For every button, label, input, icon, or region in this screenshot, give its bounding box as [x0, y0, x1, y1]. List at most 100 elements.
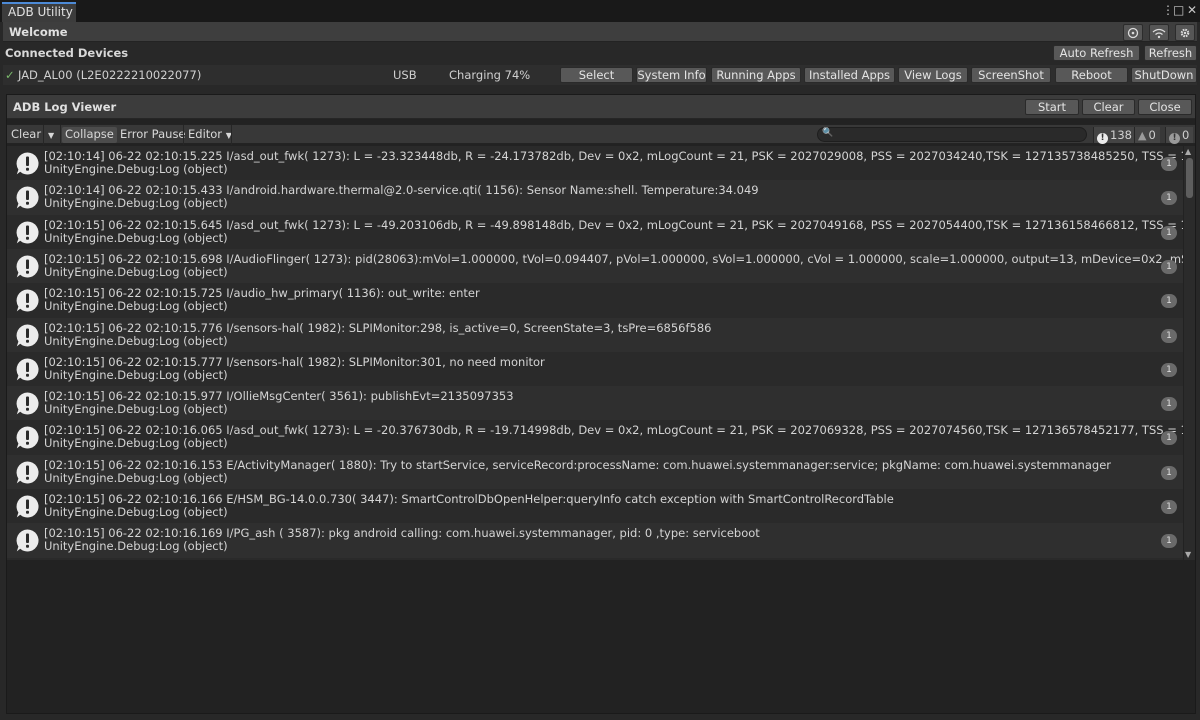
log-entry-text: [02:10:15] 06-22 02:10:15.977 I/OllieMsg…: [44, 389, 514, 404]
log-entry-source: UnityEngine.Debug:Log (object): [44, 333, 228, 348]
info-message-icon: [15, 288, 40, 313]
warning-count-toggle[interactable]: ▲ 0: [1134, 127, 1160, 143]
maximize-icon[interactable]: □: [1173, 3, 1184, 17]
clear-options-dropdown[interactable]: ▼: [45, 127, 57, 143]
info-message-icon: [15, 185, 40, 210]
log-entry-row[interactable]: [02:10:15] 06-22 02:10:15.698 I/AudioFli…: [7, 248, 1183, 284]
gear-icon: [1180, 28, 1190, 38]
info-message-icon: [15, 357, 40, 382]
log-search-input[interactable]: [832, 128, 1082, 141]
log-entry-row[interactable]: [02:10:15] 06-22 02:10:16.166 E/HSM_BG-1…: [7, 489, 1183, 523]
info-message-icon: [15, 391, 40, 416]
main-area: Welcome Connected Devices Auto Refresh R…: [0, 22, 1200, 720]
toolbar-divider: [60, 125, 61, 145]
log-entry-text: [02:10:14] 06-22 02:10:15.433 I/android.…: [44, 183, 759, 198]
log-entry-count: 1: [1161, 294, 1177, 309]
collapse-toggle[interactable]: Collapse: [62, 127, 117, 143]
view-logs-button[interactable]: View Logs: [898, 67, 968, 83]
info-message-icon: [15, 460, 40, 485]
dropdown-arrow-icon: ▼: [48, 131, 55, 140]
refresh-button[interactable]: Refresh: [1144, 45, 1197, 61]
warning-icon: ▲: [1138, 129, 1147, 142]
log-entry-source: UnityEngine.Debug:Log (object): [44, 264, 228, 279]
wifi-icon: [1152, 28, 1166, 39]
log-entry-source: UnityEngine.Debug:Log (object): [44, 299, 228, 314]
connected-check-icon: ✓: [5, 68, 15, 82]
info-icon: !: [1097, 133, 1108, 144]
log-entry-row[interactable]: [02:10:15] 06-22 02:10:15.725 I/audio_hw…: [7, 283, 1183, 317]
log-viewer-title: ADB Log Viewer: [13, 100, 117, 114]
log-entry-row[interactable]: [02:10:15] 06-22 02:10:15.977 I/OllieMsg…: [7, 386, 1183, 421]
log-entry-count: 1: [1161, 534, 1177, 549]
clear-toolbar-button[interactable]: Clear: [8, 127, 44, 143]
editor-dropdown[interactable]: Editor ▼: [185, 127, 235, 143]
toolbar-divider: [231, 125, 232, 145]
auto-refresh-button[interactable]: Auto Refresh: [1053, 45, 1140, 61]
error-count-toggle[interactable]: ! 0: [1165, 127, 1194, 144]
close-log-button[interactable]: Close: [1138, 99, 1192, 115]
log-entry-text: [02:10:15] 06-22 02:10:15.645 I/asd_out_…: [44, 217, 1183, 232]
scrollbar-thumb[interactable]: [1186, 158, 1193, 198]
select-button[interactable]: Select: [560, 67, 633, 83]
window-titlebar: ADB Utility ⋮ □ ✕: [0, 0, 1200, 22]
log-entry-text: [02:10:15] 06-22 02:10:16.169 I/PG_ash (…: [44, 526, 760, 541]
log-entry-source: UnityEngine.Debug:Log (object): [44, 196, 228, 211]
clear-log-button[interactable]: Clear: [1082, 99, 1135, 115]
log-entry-count: 1: [1161, 191, 1177, 206]
system-info-button[interactable]: System Info: [636, 67, 707, 83]
log-entry-row[interactable]: [02:10:15] 06-22 02:10:15.645 I/asd_out_…: [7, 215, 1183, 249]
log-entry-count: 1: [1161, 259, 1177, 274]
editor-label: Editor: [188, 127, 223, 141]
settings-button[interactable]: [1175, 24, 1195, 41]
log-entry-count: 1: [1161, 397, 1177, 412]
log-entry-count: 1: [1161, 500, 1177, 514]
reboot-button[interactable]: Reboot: [1055, 67, 1128, 83]
info-count: 138: [1110, 128, 1132, 142]
window-tab[interactable]: ADB Utility: [2, 2, 76, 22]
device-row[interactable]: ✓ JAD_AL00 (L2E0222210022077) USB Chargi…: [3, 65, 1197, 85]
info-message-icon: [15, 528, 40, 553]
close-window-icon[interactable]: ✕: [1187, 3, 1197, 17]
device-connection: USB: [393, 68, 417, 82]
shutdown-button[interactable]: ShutDown: [1131, 67, 1197, 83]
window-tab-label: ADB Utility: [8, 5, 73, 19]
info-message-icon: [15, 323, 40, 348]
log-entry-row[interactable]: [02:10:14] 06-22 02:10:15.225 I/asd_out_…: [7, 146, 1183, 180]
toolbar-divider: [183, 125, 184, 145]
warning-count: 0: [1148, 128, 1156, 142]
history-button[interactable]: [1123, 24, 1143, 41]
welcome-title: Welcome: [9, 25, 68, 39]
log-entry-row[interactable]: [02:10:15] 06-22 02:10:16.153 E/Activity…: [7, 454, 1183, 489]
log-entry-text: [02:10:15] 06-22 02:10:16.153 E/Activity…: [44, 457, 1111, 472]
log-entry-source: UnityEngine.Debug:Log (object): [44, 470, 228, 485]
start-button[interactable]: Start: [1025, 99, 1079, 115]
error-pause-toggle[interactable]: Error Pause: [117, 127, 189, 143]
log-entry-text: [02:10:15] 06-22 02:10:15.776 I/sensors-…: [44, 320, 712, 335]
info-message-icon: [15, 220, 40, 245]
log-entry-text: [02:10:15] 06-22 02:10:15.725 I/audio_hw…: [44, 286, 480, 301]
log-entry-row[interactable]: [02:10:15] 06-22 02:10:15.776 I/sensors-…: [7, 317, 1183, 352]
console-toolbar: Clear ▼ Collapse Error Pause Editor ▼ 🔍 …: [7, 124, 1195, 145]
connected-devices-label: Connected Devices: [5, 46, 129, 60]
log-scrollbar[interactable]: ▲ ▼: [1184, 146, 1195, 560]
log-viewer-panel: ADB Log Viewer Start Clear Close Clear ▼…: [6, 94, 1196, 714]
log-search-field[interactable]: 🔍: [817, 127, 1087, 142]
log-entry-row[interactable]: [02:10:15] 06-22 02:10:15.777 I/sensors-…: [7, 352, 1183, 386]
log-entry-row[interactable]: [02:10:14] 06-22 02:10:15.433 I/android.…: [7, 180, 1183, 215]
log-entry-count: 1: [1161, 328, 1177, 343]
log-entry-count: 1: [1161, 431, 1177, 446]
scroll-up-icon[interactable]: ▲: [1185, 147, 1191, 156]
log-entry-count: 1: [1161, 225, 1177, 240]
installed-apps-button[interactable]: Installed Apps: [804, 67, 895, 83]
wifi-button[interactable]: [1149, 24, 1169, 41]
log-entry-count: 1: [1161, 465, 1177, 480]
info-count-toggle[interactable]: ! 138: [1093, 127, 1136, 144]
running-apps-button[interactable]: Running Apps: [711, 67, 801, 83]
screenshot-button[interactable]: ScreenShot: [971, 67, 1051, 83]
log-entry-row[interactable]: [02:10:15] 06-22 02:10:16.169 I/PG_ash (…: [7, 523, 1183, 558]
log-entry-text: [02:10:15] 06-22 02:10:15.777 I/sensors-…: [44, 354, 545, 369]
log-entry-text: [02:10:15] 06-22 02:10:16.065 I/asd_out_…: [44, 423, 1183, 438]
scroll-down-icon[interactable]: ▼: [1185, 550, 1191, 559]
log-entry-list[interactable]: [02:10:14] 06-22 02:10:15.225 I/asd_out_…: [7, 146, 1183, 560]
log-entry-row[interactable]: [02:10:15] 06-22 02:10:16.065 I/asd_out_…: [7, 420, 1183, 454]
